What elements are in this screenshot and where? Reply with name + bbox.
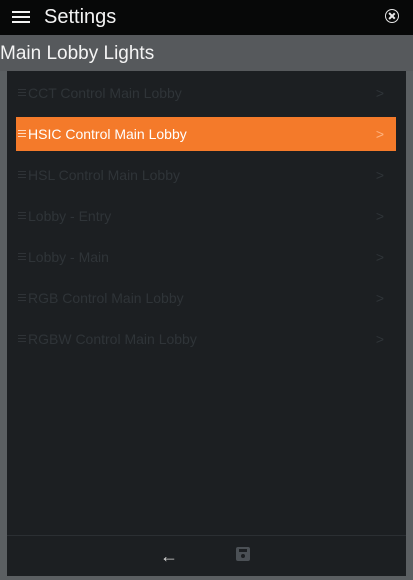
section-title: Main Lobby Lights <box>0 43 155 64</box>
list-item-label: CCT Control Main Lobby <box>28 85 182 101</box>
menu-icon[interactable] <box>12 10 30 24</box>
list-item-label: Lobby - Entry <box>28 208 112 224</box>
section-header: Main Lobby Lights <box>0 35 413 71</box>
list-item-hsl-control-main-lobby[interactable]: HSL Control Main Lobby > <box>16 158 396 192</box>
chevron-right-icon: > <box>375 208 384 224</box>
list-item-rgb-control-main-lobby[interactable]: RGB Control Main Lobby > <box>16 281 396 315</box>
chevron-right-icon: > <box>375 85 384 101</box>
settings-panel: CCT Control Main Lobby > HSIC Control Ma… <box>7 71 406 576</box>
list-item-label: HSIC Control Main Lobby <box>28 126 187 142</box>
drag-handle-icon[interactable] <box>18 212 26 220</box>
list-item-rgbw-control-main-lobby[interactable]: RGBW Control Main Lobby > <box>16 322 396 356</box>
chevron-right-icon: > <box>375 290 384 306</box>
page-title: Settings <box>44 6 117 28</box>
footer-divider <box>7 535 406 536</box>
drag-handle-icon[interactable] <box>18 294 26 302</box>
list-item-label: HSL Control Main Lobby <box>28 167 181 183</box>
drag-handle-icon[interactable] <box>18 171 26 179</box>
back-arrow-icon[interactable]: ← <box>157 544 181 568</box>
drag-handle-icon[interactable] <box>18 130 26 138</box>
chevron-right-icon: > <box>375 331 384 347</box>
list-item-lobby-entry[interactable]: Lobby - Entry > <box>16 199 396 233</box>
drag-handle-icon[interactable] <box>18 335 26 343</box>
settings-screen: Settings Main Lobby Lights CCT Control M… <box>0 0 413 580</box>
top-bar: Settings <box>0 0 413 35</box>
chevron-right-icon: > <box>375 249 384 265</box>
drag-handle-icon[interactable] <box>18 253 26 261</box>
list-item-cct-control-main-lobby[interactable]: CCT Control Main Lobby > <box>16 76 396 110</box>
list-item-hsic-control-main-lobby[interactable]: HSIC Control Main Lobby > <box>16 117 396 151</box>
save-icon[interactable] <box>236 547 250 561</box>
list-item-label: RGBW Control Main Lobby <box>28 331 197 347</box>
chevron-right-icon: > <box>375 167 384 183</box>
drag-handle-icon[interactable] <box>18 89 26 97</box>
close-icon[interactable] <box>385 9 399 23</box>
list-item-lobby-main[interactable]: Lobby - Main > <box>16 240 396 274</box>
chevron-right-icon: > <box>375 126 384 142</box>
list-item-label: Lobby - Main <box>28 249 109 265</box>
list-item-label: RGB Control Main Lobby <box>28 290 184 306</box>
